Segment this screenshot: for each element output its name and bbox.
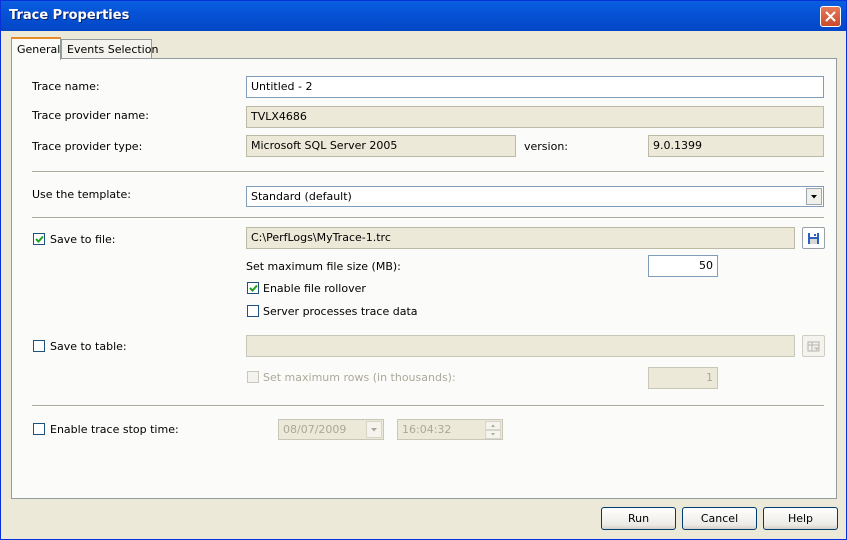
chevron-down-icon [371, 428, 377, 432]
max-rows-label: Set maximum rows (in thousands): [263, 371, 456, 384]
chevron-up-icon [491, 424, 495, 427]
browse-table-button[interactable] [802, 335, 825, 357]
enable-stop-time-label: Enable trace stop time: [50, 423, 179, 436]
close-button[interactable] [820, 6, 841, 27]
enable-file-rollover-checkbox[interactable] [247, 282, 259, 294]
separator [32, 405, 824, 407]
dropdown-button[interactable] [806, 188, 822, 205]
template-value: Standard (default) [251, 190, 352, 203]
save-file-icon [808, 233, 819, 244]
provider-type-field: Microsoft SQL Server 2005 [246, 135, 516, 157]
tab-general[interactable]: General [11, 37, 61, 60]
max-rows-input[interactable]: 1 [648, 367, 718, 389]
close-icon [825, 11, 836, 22]
file-path-field[interactable]: C:\PerfLogs\MyTrace-1.trc [246, 227, 795, 249]
table-icon [807, 341, 820, 352]
enable-stop-time-checkbox[interactable] [33, 423, 45, 435]
server-processes-checkbox[interactable] [247, 305, 259, 317]
checkmark-icon [35, 235, 44, 243]
help-button[interactable]: Help [763, 507, 838, 530]
title-bar[interactable]: Trace Properties [1, 1, 846, 31]
server-processes-label: Server processes trace data [263, 305, 418, 318]
chevron-down-icon [491, 433, 495, 436]
provider-name-label: Trace provider name: [32, 109, 149, 122]
run-button[interactable]: Run [601, 507, 676, 530]
trace-properties-window: Trace Properties General Events Selectio… [0, 0, 847, 540]
trace-name-input[interactable]: Untitled - 2 [246, 76, 824, 98]
version-field: 9.0.1399 [648, 135, 824, 157]
cancel-button[interactable]: Cancel [682, 507, 757, 530]
template-label: Use the template: [32, 188, 131, 201]
tab-events-selection[interactable]: Events Selection [61, 39, 158, 59]
separator [32, 171, 824, 173]
checkmark-icon [249, 284, 258, 292]
browse-file-button[interactable] [802, 227, 825, 249]
chevron-down-icon [811, 195, 817, 199]
version-label: version: [524, 140, 568, 153]
save-to-table-checkbox[interactable] [33, 340, 45, 352]
provider-name-field: TVLX4686 [246, 106, 824, 128]
save-to-file-checkbox[interactable] [33, 233, 45, 245]
table-field[interactable] [246, 335, 795, 357]
stop-date-picker[interactable]: 08/07/2009 [278, 419, 384, 440]
trace-name-label: Trace name: [32, 80, 100, 93]
general-panel: Trace name: Untitled - 2 Trace provider … [11, 58, 837, 499]
stop-time-value: 16:04:32 [402, 423, 452, 436]
max-file-size-input[interactable]: 50 [648, 255, 718, 277]
spin-up-button[interactable] [485, 421, 501, 430]
spin-down-button[interactable] [485, 430, 501, 439]
provider-type-label: Trace provider type: [32, 140, 143, 153]
save-to-table-label: Save to table: [50, 340, 127, 353]
stop-date-value: 08/07/2009 [283, 423, 347, 436]
stop-time-spinner[interactable]: 16:04:32 [397, 419, 503, 440]
separator [32, 217, 824, 219]
max-file-size-label: Set maximum file size (MB): [246, 260, 401, 273]
window-title: Trace Properties [9, 8, 130, 23]
enable-file-rollover-label: Enable file rollover [263, 282, 366, 295]
save-to-file-label: Save to file: [50, 233, 116, 246]
template-dropdown[interactable]: Standard (default) [246, 186, 824, 207]
max-rows-checkbox[interactable] [247, 371, 259, 383]
date-dropdown-button[interactable] [366, 421, 382, 438]
